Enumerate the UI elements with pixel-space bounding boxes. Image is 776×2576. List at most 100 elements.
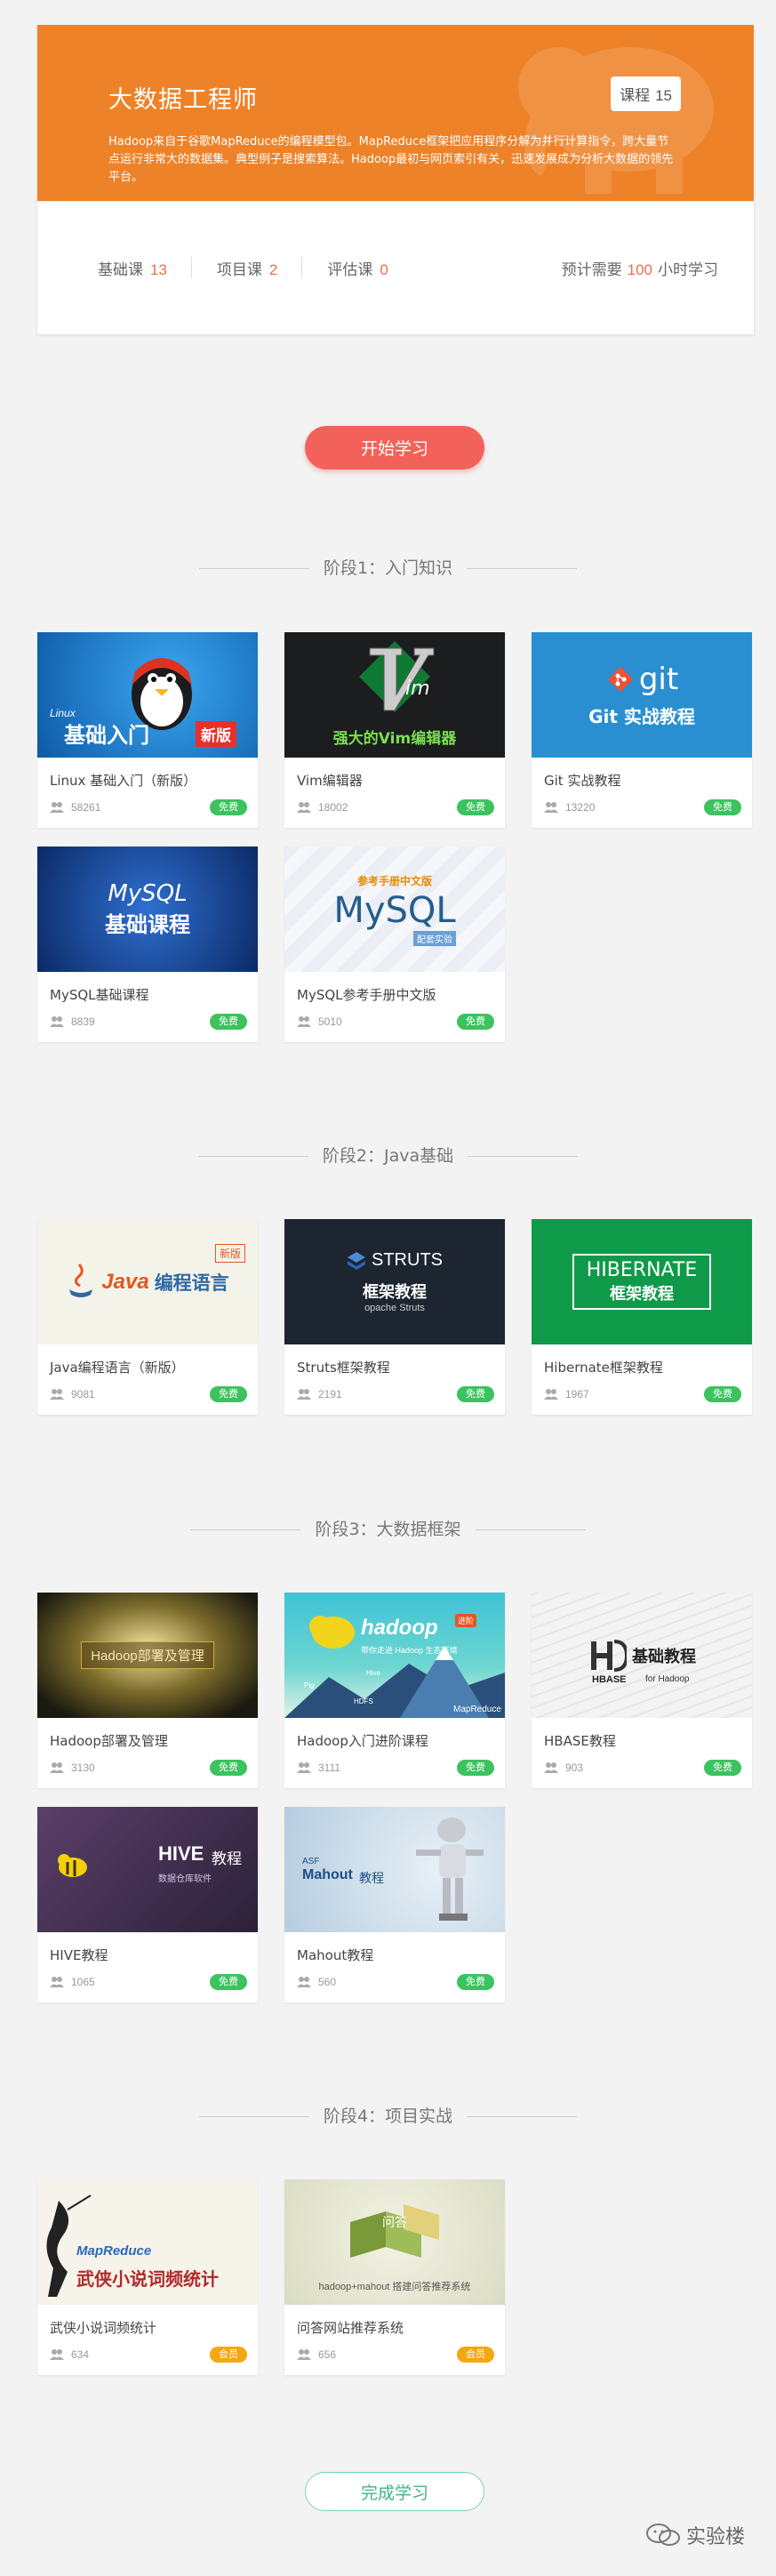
course-thumbnail: 基础教程 HBASE for Hadoop [532,1593,752,1718]
price-badge: 免费 [210,799,247,815]
wechat-icon [645,2524,680,2546]
stage-4-title: 阶段4：项目实战 [0,2103,776,2127]
price-badge: 免费 [704,1386,741,1402]
thumb-text: 教程 [212,1850,242,1867]
stat-assessment-courses: 评估课 0 [302,257,412,279]
thumb-logo: Mahout [302,1867,353,1882]
watermark-text: 实验楼 [685,2526,745,2548]
price-badge: 免费 [704,1760,741,1776]
thumb-logo: MySQL [108,880,188,907]
course-card-vim[interactable]: im 强大的Vim编辑器 Vim编辑器 18002 免费 [284,632,505,828]
path-header-card: 大数据工程师 课程 15 Hadoop来自于谷歌MapReduce的编程模型包。M… [37,25,754,334]
thumb-text: 教程 [359,1871,384,1885]
thumb-sub: ASF [302,1857,320,1866]
learner-count: 13220 [544,801,595,814]
thumb-logo: HIVE [158,1842,204,1865]
course-card-mysql-basic[interactable]: MySQL 基础课程 MySQL基础课程 8839 免费 [37,847,258,1042]
finish-learning-button[interactable]: 完成学习 [305,2472,484,2511]
estimated-time-value: 100 [627,261,652,278]
learner-count-value: 5010 [318,1015,342,1028]
thumb-label: Hive [366,1669,381,1677]
thumb-logo: MapReduce [76,2243,152,2259]
course-card-struts[interactable]: STRUTS 框架教程 opache Struts Struts框架教程 219… [284,1219,505,1415]
course-title: Hibernate框架教程 [544,1360,663,1376]
course-card-hibernate[interactable]: HIBERNATE 框架教程 Hibernate框架教程 1967 免费 [532,1219,752,1415]
learner-count-value: 3130 [71,1761,95,1774]
thumb-text: Git 实战教程 [588,706,695,727]
struts-logo-icon [348,1251,365,1270]
course-count-badge: 课程 15 [611,76,681,111]
learner-count-value: 9081 [71,1388,95,1400]
thumb-logo: HIBERNATE [586,1259,698,1281]
learner-count-value: 560 [318,1976,337,1988]
price-badge: 免费 [210,1760,247,1776]
course-card-hadoop-advanced[interactable]: hadoop 进阶 带你走进 Hadoop 生态环境 Hive Pig HDFS… [284,1593,505,1788]
learner-count: 5010 [297,1015,342,1028]
thumb-tag: 新版 [196,721,236,747]
learner-count-value: 8839 [71,1015,95,1028]
thumb-text: 参考手册中文版 [356,874,432,887]
learner-count-value: 1065 [71,1976,95,1988]
learner-count-value: 903 [565,1761,584,1774]
course-card-git[interactable]: git Git 实战教程 Git 实战教程 13220 免费 [532,632,752,828]
learner-count: 903 [544,1761,583,1774]
svg-text:im: im [405,678,430,700]
course-title: Hadoop部署及管理 [50,1733,168,1749]
thumb-tag: 进阶 [455,1614,477,1627]
course-card-hbase[interactable]: 基础教程 HBASE for Hadoop HBASE教程 903 免费 [532,1593,752,1788]
course-thumbnail: ASF Mahout 教程 [284,1807,505,1932]
users-icon [50,1016,64,1027]
course-card-hive[interactable]: HIVE 教程 数据仓库软件 HIVE教程 1065 免费 [37,1807,258,2002]
learner-count: 3111 [297,1761,340,1774]
course-thumbnail: MapReduce 武侠小说词频统计 [37,2179,258,2305]
hbase-logo-icon [591,1639,627,1672]
price-badge: 免费 [457,1974,494,1990]
course-card-hadoop-deploy[interactable]: Hadoop部署及管理 Hadoop部署及管理 3130 免费 [37,1593,258,1788]
course-thumbnail: HIVE 教程 数据仓库软件 [37,1807,258,1932]
thumb-logo: git [638,662,679,697]
course-thumbnail: Hadoop部署及管理 [37,1593,258,1718]
thumb-text: 编程语言 [154,1272,229,1294]
price-badge: 会员 [457,2347,494,2363]
qa-blocks-icon [350,2204,439,2258]
thumb-logo: MySQL [333,889,456,931]
thumb-text: 基础入门 [64,723,149,748]
thumb-sub: 数据仓库软件 [158,1874,212,1884]
users-icon [50,1762,64,1773]
thumb-tag: 新版 [214,1244,245,1263]
learner-count: 560 [297,1976,336,1988]
thumb-label: HDFS [354,1697,373,1705]
thumb-text: 基础教程 [632,1647,696,1665]
thumb-logo: 问答 [382,2215,407,2229]
thumb-text: 基础课程 [105,912,190,937]
learner-count: 3130 [50,1761,95,1774]
course-title: MySQL参考手册中文版 [297,987,436,1003]
thumb-sub: for Hadoop [645,1674,690,1684]
stage-title-text: 阶段3：大数据框架 [315,1520,461,1539]
learner-count: 2191 [297,1388,342,1400]
course-title: 问答网站推荐系统 [297,2320,404,2336]
estimated-time: 预计需要 100 小时学习 [562,257,718,279]
price-badge: 免费 [457,1760,494,1776]
users-icon [297,1389,311,1400]
learner-count-value: 3111 [318,1761,340,1774]
stat-value: 13 [150,261,167,278]
users-icon [544,802,558,813]
stat-project-courses: 项目课 2 [192,257,303,279]
course-card-mahout[interactable]: ASF Mahout 教程 Mahout 教程 560 免费 [284,1807,505,2002]
course-card-linux[interactable]: Linux 基础入门 新版 Linux 基础入门（新版） 58261 免费 [37,632,258,828]
stat-value: 2 [268,261,278,278]
course-card-mysql-manual[interactable]: 参考手册中文版 MySQL 配套实验 MySQL参考手册中文版 5010 免费 [284,847,505,1042]
price-badge: 免费 [704,799,741,815]
course-card-java[interactable]: Java 编程语言 新版 Java编程语言（新版） 9081 免费 [37,1219,258,1415]
course-card-wuxia[interactable]: MapReduce 武侠小说词频统计 武侠小说词频统计 634 会员 [37,2179,258,2375]
course-card-qa-recommender[interactable]: 问答 hadoop+mahout 搭建问答推荐系统 问答网站推荐系统 656 会… [284,2179,505,2375]
start-learning-button[interactable]: 开始学习 [305,426,484,469]
learner-count-value: 58261 [71,801,101,814]
users-icon [544,1389,558,1400]
thumb-tag: 配套实验 [413,930,456,946]
stat-label: 项目课 [216,261,262,278]
course-thumbnail: MySQL 基础课程 [37,847,258,972]
users-icon [50,1977,64,1987]
git-logo-icon [607,666,633,693]
